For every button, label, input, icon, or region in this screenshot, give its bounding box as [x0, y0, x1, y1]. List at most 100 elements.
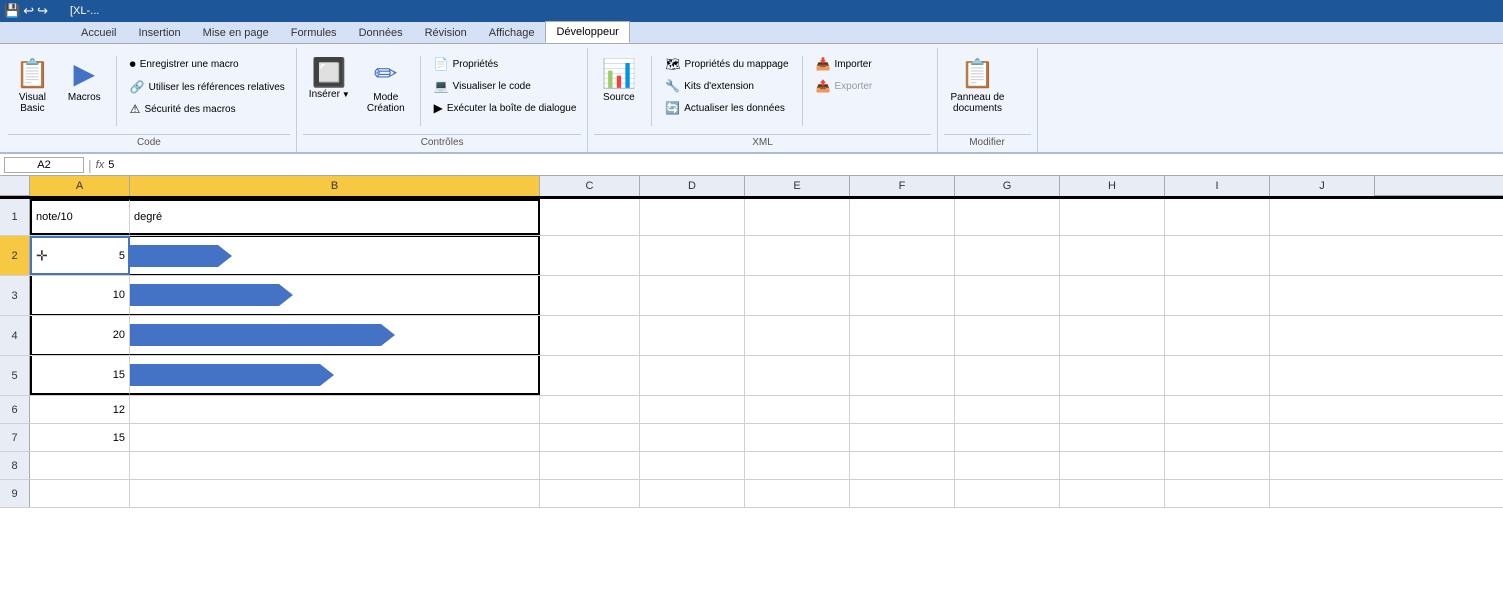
cell-a9[interactable] — [30, 480, 130, 507]
col-header-j[interactable]: J — [1270, 176, 1375, 196]
mode-creation-button[interactable]: ✏ Mode Création — [360, 52, 412, 119]
row-header-9[interactable]: 9 — [0, 480, 30, 507]
cell-h5[interactable] — [1060, 356, 1165, 395]
cell-e4[interactable] — [745, 316, 850, 355]
row-header-6[interactable]: 6 — [0, 396, 30, 423]
cell-c7[interactable] — [540, 424, 640, 451]
cell-b4[interactable] — [130, 316, 540, 355]
cell-d6[interactable] — [640, 396, 745, 423]
cell-a4[interactable]: 20 — [30, 316, 130, 355]
cell-d7[interactable] — [640, 424, 745, 451]
col-header-e[interactable]: E — [745, 176, 850, 196]
tab-accueil[interactable]: Accueil — [70, 21, 127, 43]
tab-revision[interactable]: Révision — [414, 21, 478, 43]
formula-input[interactable] — [108, 159, 1499, 171]
cell-a6[interactable]: 12 — [30, 396, 130, 423]
tab-affichage[interactable]: Affichage — [478, 21, 546, 43]
proprietes-button[interactable]: 📄 Propriétés — [429, 54, 582, 74]
col-header-b[interactable]: B — [130, 176, 540, 196]
cell-h2[interactable] — [1060, 236, 1165, 275]
cell-a3[interactable]: 10 — [30, 276, 130, 315]
cell-d3[interactable] — [640, 276, 745, 315]
cell-h1[interactable] — [1060, 199, 1165, 235]
securite-macros-button[interactable]: ⚠ Sécurité des macros — [125, 99, 290, 119]
cell-c9[interactable] — [540, 480, 640, 507]
cell-e5[interactable] — [745, 356, 850, 395]
cell-i6[interactable] — [1165, 396, 1270, 423]
cell-g3[interactable] — [955, 276, 1060, 315]
cell-a2[interactable]: ✛ 5 — [30, 236, 130, 275]
row-header-2[interactable]: 2 — [0, 236, 30, 275]
inserer-button[interactable]: 🔲 Insérer ▼ — [303, 52, 356, 104]
cell-f6[interactable] — [850, 396, 955, 423]
cell-h9[interactable] — [1060, 480, 1165, 507]
cell-g2[interactable] — [955, 236, 1060, 275]
cell-f3[interactable] — [850, 276, 955, 315]
col-header-d[interactable]: D — [640, 176, 745, 196]
cell-e9[interactable] — [745, 480, 850, 507]
cell-i5[interactable] — [1165, 356, 1270, 395]
col-header-a[interactable]: A — [30, 176, 130, 196]
col-header-c[interactable]: C — [540, 176, 640, 196]
cell-h3[interactable] — [1060, 276, 1165, 315]
tab-formules[interactable]: Formules — [280, 21, 348, 43]
cell-i3[interactable] — [1165, 276, 1270, 315]
cell-f1[interactable] — [850, 199, 955, 235]
cell-b7[interactable] — [130, 424, 540, 451]
cell-e6[interactable] — [745, 396, 850, 423]
cell-d2[interactable] — [640, 236, 745, 275]
corner-cell[interactable] — [0, 176, 30, 195]
cell-h8[interactable] — [1060, 452, 1165, 479]
cell-b1[interactable]: degré — [130, 199, 540, 235]
cell-f7[interactable] — [850, 424, 955, 451]
actualiser-donnees-button[interactable]: 🔄 Actualiser les données — [660, 98, 793, 118]
visual-basic-button[interactable]: 📋 Visual Basic — [8, 52, 57, 119]
proprietes-mappage-button[interactable]: 🗺 Propriétés du mappage — [660, 54, 793, 74]
visualiser-code-button[interactable]: 💻 Visualiser le code — [429, 76, 582, 96]
panneau-documents-button[interactable]: 📋 Panneau de documents — [944, 52, 1012, 119]
cell-g9[interactable] — [955, 480, 1060, 507]
row-header-8[interactable]: 8 — [0, 452, 30, 479]
cell-g1[interactable] — [955, 199, 1060, 235]
cell-b6[interactable] — [130, 396, 540, 423]
row-header-3[interactable]: 3 — [0, 276, 30, 315]
cell-h6[interactable] — [1060, 396, 1165, 423]
cell-i9[interactable] — [1165, 480, 1270, 507]
cell-e7[interactable] — [745, 424, 850, 451]
cell-i8[interactable] — [1165, 452, 1270, 479]
cell-g6[interactable] — [955, 396, 1060, 423]
cell-f2[interactable] — [850, 236, 955, 275]
redo-qa-icon[interactable]: ↪ — [37, 3, 48, 19]
col-header-i[interactable]: I — [1165, 176, 1270, 196]
cell-i1[interactable] — [1165, 199, 1270, 235]
cell-h7[interactable] — [1060, 424, 1165, 451]
tab-developpeur[interactable]: Développeur — [545, 21, 629, 43]
save-qa-icon[interactable]: 💾 — [4, 3, 20, 19]
cell-c8[interactable] — [540, 452, 640, 479]
col-header-h[interactable]: H — [1060, 176, 1165, 196]
cell-e2[interactable] — [745, 236, 850, 275]
macros-button[interactable]: ▶ Macros — [61, 52, 108, 108]
cell-f8[interactable] — [850, 452, 955, 479]
exporter-button[interactable]: 📤 Exporter — [811, 76, 931, 96]
cell-e8[interactable] — [745, 452, 850, 479]
cell-g7[interactable] — [955, 424, 1060, 451]
cell-f4[interactable] — [850, 316, 955, 355]
references-relatives-button[interactable]: 🔗 Utiliser les références relatives — [125, 77, 290, 97]
row-header-7[interactable]: 7 — [0, 424, 30, 451]
cell-e1[interactable] — [745, 199, 850, 235]
tab-insertion[interactable]: Insertion — [127, 21, 191, 43]
cell-e3[interactable] — [745, 276, 850, 315]
row-header-4[interactable]: 4 — [0, 316, 30, 355]
enregistrer-macro-button[interactable]: ⏺ Enregistrer une macro — [125, 54, 290, 75]
cell-a8[interactable] — [30, 452, 130, 479]
cell-a1[interactable]: note/10 — [30, 199, 130, 235]
cell-c1[interactable] — [540, 199, 640, 235]
cell-reference-box[interactable] — [4, 157, 84, 173]
cell-b8[interactable] — [130, 452, 540, 479]
cell-d4[interactable] — [640, 316, 745, 355]
kits-extension-button[interactable]: 🔧 Kits d'extension — [660, 76, 793, 96]
cell-d8[interactable] — [640, 452, 745, 479]
cell-d9[interactable] — [640, 480, 745, 507]
cell-b5[interactable] — [130, 356, 540, 395]
